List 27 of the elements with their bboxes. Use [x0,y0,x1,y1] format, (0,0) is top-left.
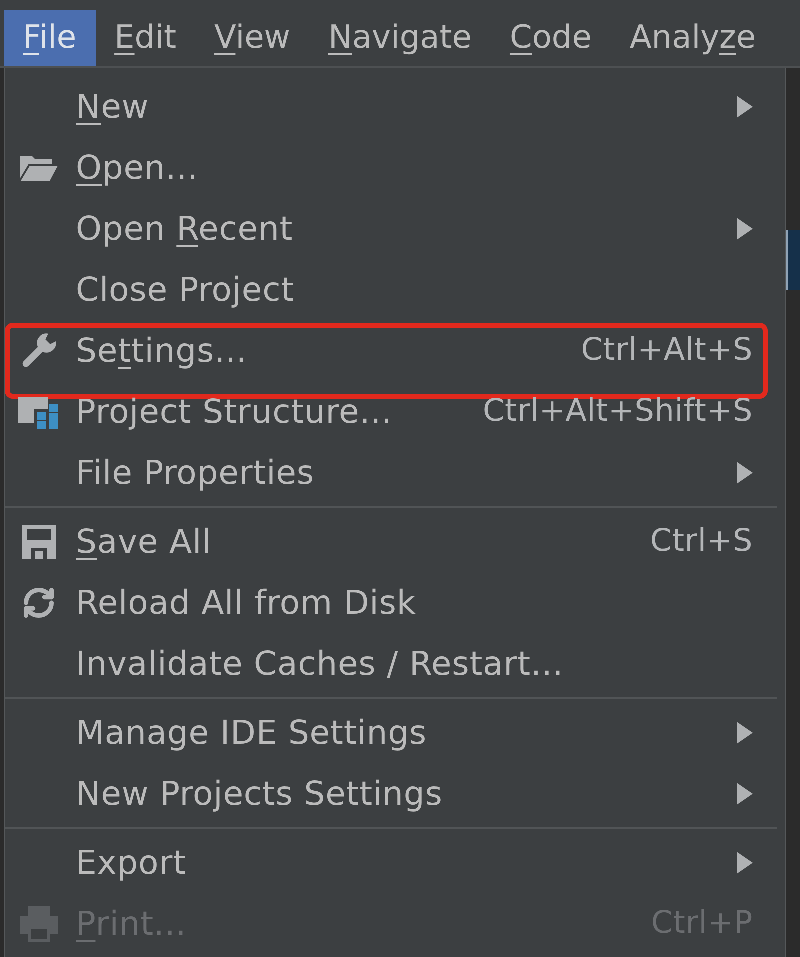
menu-item[interactable]: File Properties [76,452,314,492]
menu-item[interactable]: Reload All from Disk [76,582,416,622]
menu-bar-item[interactable]: View [196,10,310,66]
project-structure-icon [18,394,60,428]
menu-item[interactable]: Close Project [76,270,294,310]
shortcut-label: Ctrl+S [650,522,753,560]
shortcut-label: Ctrl+Alt+Shift+S [483,392,753,430]
menu-item[interactable]: Settings... [76,330,248,370]
menu-item[interactable]: Open Recent [76,208,294,248]
menu-bar-item[interactable]: File [4,10,96,66]
menu-bar-item[interactable]: Code [490,10,611,66]
menu-bar-item[interactable]: Analyze [610,10,775,66]
menu-bar-item[interactable]: Navigate [309,10,491,66]
shortcut-label: Ctrl+Alt+S [581,332,753,370]
menu-item[interactable]: Export [76,842,186,882]
menu-item[interactable]: Open... [76,148,198,188]
menu-bar-item[interactable]: Edit [96,10,196,66]
reload-icon [22,586,56,620]
menu-item[interactable]: Project Structure... [76,392,392,432]
menu-item[interactable]: Invalidate Caches / Restart... [76,644,564,684]
selection-bar [786,230,800,290]
printer-icon [19,904,59,942]
menu-item[interactable]: Manage IDE Settings [76,712,428,752]
wrench-icon [20,332,58,370]
menu-item[interactable]: New Projects Settings [76,774,443,814]
menu-item[interactable]: New [76,86,150,126]
menu-item[interactable]: Save All [76,522,212,562]
